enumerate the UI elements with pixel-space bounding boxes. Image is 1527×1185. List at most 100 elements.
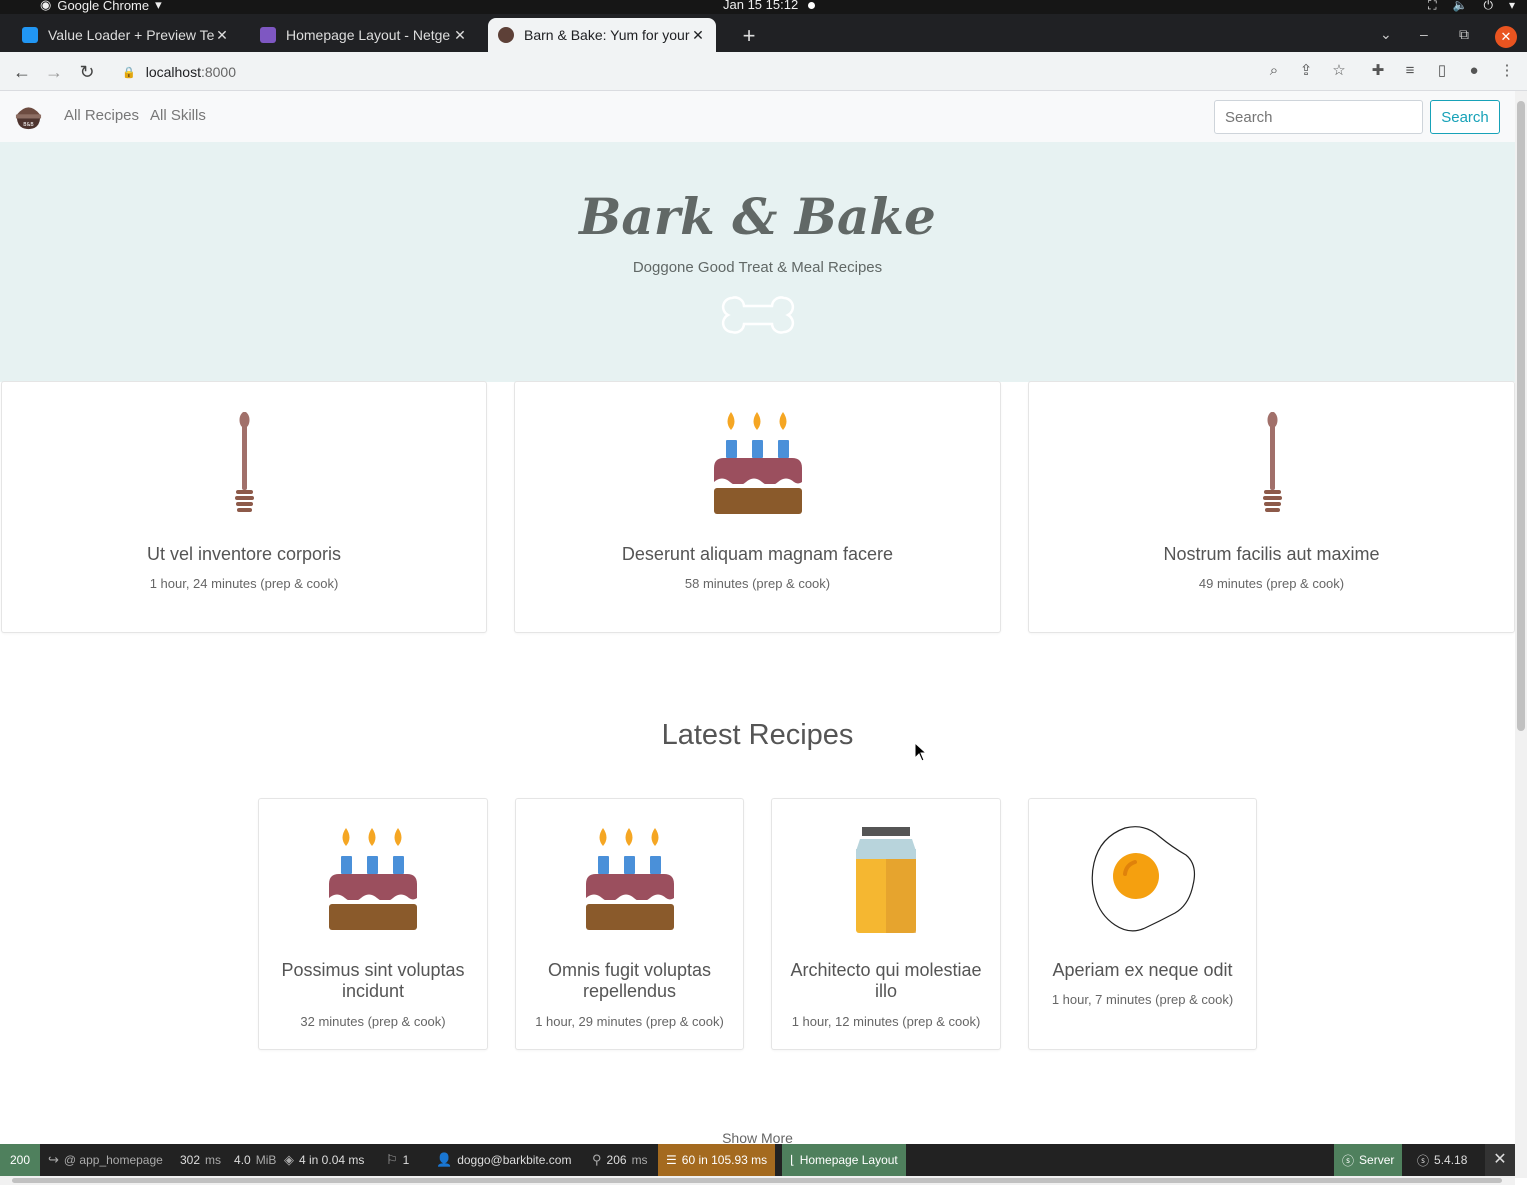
nav-link-all-skills[interactable]: All Skills <box>150 107 206 124</box>
latest-recipes-heading: Latest Recipes <box>661 719 854 751</box>
scrollbar-thumb[interactable] <box>1517 101 1525 731</box>
forms-count: 4 in 0.04 ms <box>299 1153 365 1167</box>
share-icon[interactable]: ⇪ <box>1296 61 1316 81</box>
featured-recipe-card[interactable]: Nostrum facilis aut maxime 49 minutes (p… <box>1028 381 1515 633</box>
profile-avatar-icon[interactable]: ● <box>1464 61 1484 81</box>
birthday-cake-icon <box>585 828 674 930</box>
translation-count: 1 <box>402 1153 410 1167</box>
symfony-version-panel[interactable]: ⓢ 5.4.18 <box>1409 1144 1475 1176</box>
recipe-time: 1 hour, 24 minutes (prep & cook) <box>149 576 339 591</box>
web-page: B&B All Recipes All Skills Search Bark &… <box>0 91 1515 1144</box>
side-panel-icon[interactable]: ▯ <box>1432 61 1452 81</box>
horizontal-scrollbar[interactable] <box>0 1176 1515 1185</box>
close-tab-icon[interactable]: ✕ <box>690 27 706 44</box>
bark-bake-logo-icon[interactable]: B&B <box>14 102 43 131</box>
memory-usage: 4.0 <box>234 1153 251 1167</box>
forward-arrow-icon[interactable]: → <box>42 60 66 84</box>
request-time-unit: ms <box>205 1153 222 1167</box>
latest-recipe-card[interactable]: Omnis fugit voluptas repellendus 1 hour,… <box>515 798 744 1050</box>
recipe-title[interactable]: Architecto qui molestiae illo <box>782 960 990 1002</box>
recipe-time: 1 hour, 29 minutes (prep & cook) <box>535 1014 724 1029</box>
close-tab-icon[interactable]: ✕ <box>214 27 230 44</box>
server-panel[interactable]: ⓢ Server <box>1334 1144 1403 1176</box>
forms-panel[interactable]: ◈ 4 in 0.04 ms <box>276 1144 372 1176</box>
recipe-title[interactable]: Omnis fugit voluptas repellendus <box>526 960 733 1002</box>
bookmark-star-icon[interactable]: ☆ <box>1329 61 1349 81</box>
featured-recipe-card[interactable]: Deserunt aliquam magnam facere 58 minute… <box>514 381 1001 633</box>
symfony-logo-icon: ⓢ <box>1342 1153 1355 1168</box>
search-button[interactable]: Search <box>1430 100 1500 134</box>
tab-search-chevron-icon[interactable]: ⌄ <box>1380 26 1392 43</box>
user-icon: 👤 <box>436 1152 453 1167</box>
browser-tab-homepage-layout[interactable]: Homepage Layout - Netge ✕ <box>250 18 478 52</box>
os-system-tray[interactable]: ⛶ 🔈 ⏻ ▾ <box>1428 0 1515 13</box>
address-bar[interactable]: 🔒 localhost:8000 <box>110 57 1290 87</box>
netgen-layouts-icon: ⌊ <box>790 1153 795 1167</box>
database-panel[interactable]: ☰ 60 in 105.93 ms <box>658 1144 776 1176</box>
scrollbar-thumb[interactable] <box>12 1178 1502 1183</box>
notification-dot-icon <box>808 2 816 10</box>
close-toolbar-icon[interactable]: ✕ <box>1485 1144 1515 1176</box>
security-panel[interactable]: 👤 doggo@barkbite.com <box>428 1144 579 1176</box>
logged-in-user: doggo@barkbite.com <box>457 1153 572 1167</box>
tab-title: Homepage Layout - Netge <box>286 27 451 43</box>
back-arrow-icon[interactable]: ← <box>10 60 34 84</box>
close-window-icon[interactable]: ✕ <box>1495 26 1517 48</box>
browser-tab-value-loader[interactable]: Value Loader + Preview Te ✕ <box>12 18 240 52</box>
site-navbar: B&B All Recipes All Skills Search <box>0 91 1515 142</box>
browser-tab-barn-bake[interactable]: Barn & Bake: Yum for your ✕ <box>488 18 716 52</box>
show-more-link[interactable]: Show More <box>0 1130 1515 1144</box>
url-host: localhost <box>145 64 201 80</box>
os-app-menu[interactable]: ◉ Google Chrome ▾ <box>40 0 162 13</box>
recipe-title[interactable]: Aperiam ex neque odit <box>1039 960 1246 981</box>
reload-icon[interactable]: ↻ <box>75 60 99 84</box>
media-queue-icon[interactable]: ≡ <box>1400 61 1420 81</box>
performance-panel[interactable]: 302 ms 4.0 MiB <box>172 1144 284 1176</box>
vertical-scrollbar[interactable] <box>1515 91 1527 1178</box>
netgen-favicon-icon <box>260 27 276 43</box>
power-icon: ⏻ <box>1483 0 1493 12</box>
layouts-panel[interactable]: ⌊ Homepage Layout <box>782 1144 906 1176</box>
symfony-version: 5.4.18 <box>1434 1153 1468 1167</box>
browser-tab-strip: Value Loader + Preview Te ✕ Homepage Lay… <box>0 14 1527 52</box>
url-port: :8000 <box>200 64 237 80</box>
featured-recipe-card[interactable]: Ut vel inventore corporis 1 hour, 24 min… <box>1 381 487 633</box>
kebab-menu-icon[interactable]: ⋮ <box>1497 61 1517 81</box>
route-panel[interactable]: ↪ @ app_homepage <box>40 1144 171 1176</box>
zoom-icon[interactable]: ⌕ <box>1264 61 1284 81</box>
recipe-title[interactable]: Nostrum facilis aut maxime <box>1039 544 1504 565</box>
volume-icon: 🔈 <box>1452 0 1468 12</box>
symfony-favicon-icon <box>22 27 38 43</box>
restore-window-icon[interactable]: ⧉ <box>1459 26 1469 43</box>
database-icon: ☰ <box>666 1153 677 1167</box>
hero-title: Bark & Bake <box>579 187 936 246</box>
request-time: 302 <box>180 1153 201 1167</box>
nav-link-all-recipes[interactable]: All Recipes <box>64 107 139 124</box>
recipe-title[interactable]: Deserunt aliquam magnam facere <box>525 544 990 565</box>
status-code-badge[interactable]: 200 <box>0 1144 40 1176</box>
recipe-title[interactable]: Possimus sint voluptas incidunt <box>269 960 477 1002</box>
hero-subtitle: Doggone Good Treat & Meal Recipes <box>632 259 883 276</box>
os-clock[interactable]: Jan 15 15:12 <box>723 0 816 12</box>
translation-panel[interactable]: ⚐ 1 <box>378 1144 417 1176</box>
translation-icon: ⚐ <box>386 1152 398 1167</box>
dog-bone-icon <box>721 296 795 334</box>
recipe-time: 1 hour, 12 minutes (prep & cook) <box>791 1014 981 1029</box>
honey-dipper-icon <box>1262 412 1282 512</box>
mouse-cursor-icon <box>914 742 928 762</box>
honey-jar-icon <box>856 827 916 933</box>
caret-down-icon: ▾ <box>155 0 162 12</box>
minimize-window-icon[interactable]: – <box>1420 26 1428 42</box>
search-input[interactable] <box>1214 100 1423 134</box>
twig-time-unit: ms <box>631 1153 648 1167</box>
extensions-puzzle-icon[interactable]: ✚ <box>1368 61 1388 81</box>
recipe-title[interactable]: Ut vel inventore corporis <box>12 544 476 565</box>
close-tab-icon[interactable]: ✕ <box>452 27 468 44</box>
latest-recipe-card[interactable]: Architecto qui molestiae illo 1 hour, 12… <box>771 798 1001 1050</box>
latest-recipe-card[interactable]: Possimus sint voluptas incidunt 32 minut… <box>258 798 488 1050</box>
tab-title: Barn & Bake: Yum for your <box>524 27 690 43</box>
latest-recipe-card[interactable]: Aperiam ex neque odit 1 hour, 7 minutes … <box>1028 798 1257 1050</box>
twig-panel[interactable]: ⚲ 206 ms <box>584 1144 656 1176</box>
new-tab-button[interactable]: + <box>738 23 760 49</box>
birthday-cake-icon <box>713 412 802 514</box>
